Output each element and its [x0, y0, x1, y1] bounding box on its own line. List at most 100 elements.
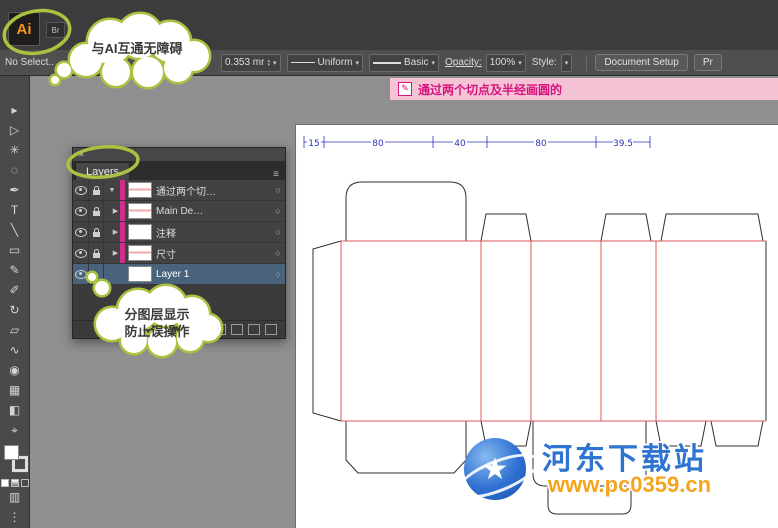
opacity-label[interactable]: Opacity:: [445, 57, 482, 68]
visibility-toggle[interactable]: [73, 180, 89, 200]
fill-swatch[interactable]: [3, 445, 19, 460]
dieline-fold-lines: [340, 240, 766, 422]
visibility-toggle[interactable]: [73, 222, 89, 242]
chevron-down-icon: ▾: [564, 59, 569, 67]
callout-line2: 防止误操作: [124, 324, 190, 339]
divider: [586, 54, 588, 71]
lock-toggle[interactable]: [89, 243, 104, 263]
pen-tool[interactable]: ✒: [0, 180, 29, 200]
target-circle-icon[interactable]: ○: [271, 227, 285, 237]
type-tool[interactable]: T: [0, 200, 29, 220]
width-profile-value: Uniform: [317, 57, 353, 68]
layer-color-stripe: [120, 180, 125, 200]
perspective-grid-tool[interactable]: ▦: [0, 380, 29, 400]
lock-icon: [92, 248, 100, 258]
paintbrush-tool[interactable]: ✎: [0, 260, 29, 280]
new-layer-button[interactable]: [248, 324, 260, 335]
gradient-button[interactable]: [10, 479, 19, 487]
callout-ai-cloud: 与AI互通无障碍: [52, 2, 222, 94]
opacity-value: 100%: [489, 57, 516, 68]
width-profile-dropdown[interactable]: Uniform ▾: [286, 53, 364, 72]
lock-icon: [92, 227, 100, 237]
target-circle-icon[interactable]: ○: [271, 206, 285, 216]
layer-thumbnail[interactable]: [128, 182, 152, 198]
expand-arrow-icon[interactable]: ▶: [104, 207, 120, 215]
tip-bar: ✎ 通过两个切点及半经画圆的: [390, 78, 778, 100]
rectangle-tool[interactable]: ▭: [0, 240, 29, 260]
site-watermark: ★ 河东下载站 www.pc0359.cn: [462, 430, 774, 522]
lock-toggle[interactable]: [89, 222, 104, 242]
dimension-label: 39.5: [613, 139, 633, 149]
chevron-down-icon: ▾: [272, 59, 277, 67]
none-button[interactable]: [20, 479, 29, 487]
blend-tool[interactable]: ◉: [0, 360, 29, 380]
rotate-tool[interactable]: ↻: [0, 300, 29, 320]
chevron-down-icon: ▾: [431, 59, 435, 67]
layer-row-annotations[interactable]: ▶ 注释 ○: [73, 222, 285, 243]
layer-thumbnail[interactable]: [128, 224, 152, 240]
preferences-button[interactable]: Pr: [693, 54, 722, 71]
pencil-tip-icon: ✎: [398, 82, 412, 96]
layer-color-stripe: [120, 201, 125, 221]
lock-icon: [92, 206, 100, 216]
tools-list: ▸ ▷ ✳ ◌ ✒ T ╲ ▭ ✎ ✐ ↻ ▱ ∿ ◉ ▦ ◧ ⌖: [0, 100, 29, 440]
visibility-toggle[interactable]: [73, 243, 89, 263]
layer-color-stripe: [120, 243, 125, 263]
style-dropdown[interactable]: ▾: [560, 53, 573, 72]
eyedropper-tool[interactable]: ⌖: [0, 420, 29, 440]
callout-line1: 分图层显示: [124, 307, 190, 322]
opacity-field[interactable]: 100% ▾: [485, 53, 526, 72]
callout-text: 与AI互通无障碍: [91, 41, 183, 56]
layer-row-top[interactable]: ▼ 通过两个切… ○: [73, 180, 285, 201]
lock-toggle[interactable]: [89, 180, 104, 200]
expand-arrow-icon[interactable]: ▼: [104, 187, 120, 194]
target-circle-icon[interactable]: ○: [271, 248, 285, 258]
target-circle-icon[interactable]: ○: [271, 269, 285, 279]
stroke-weight-field[interactable]: 0.353 mr ▴ ▾ ▾: [221, 53, 281, 72]
tools-panel: ▸ ▷ ✳ ◌ ✒ T ╲ ▭ ✎ ✐ ↻ ▱ ∿ ◉ ▦ ◧ ⌖ ▥ ⋮: [0, 76, 30, 528]
delete-layer-button[interactable]: [265, 324, 277, 335]
brush-definition-dropdown[interactable]: Basic ▾: [369, 53, 439, 72]
direct-selection-tool[interactable]: ▷: [0, 120, 29, 140]
lasso-tool[interactable]: ◌: [0, 160, 29, 180]
layer-name[interactable]: 尺寸: [156, 246, 271, 261]
illustrator-window: Ai Br No Select... 0.353 mr ▴ ▾ ▾ Uniform…: [0, 0, 778, 528]
visibility-toggle[interactable]: [73, 201, 89, 221]
line-segment-tool[interactable]: ╲: [0, 220, 29, 240]
layer-color-stripe: [120, 222, 125, 242]
layer-name[interactable]: 通过两个切…: [156, 183, 271, 198]
brush-preview-icon: [373, 61, 402, 64]
tip-text: 通过两个切点及半经画圆的: [418, 82, 563, 97]
magic-wand-tool[interactable]: ✳: [0, 140, 29, 160]
toolbar-overflow-button[interactable]: ⋮: [0, 507, 29, 527]
selection-tool[interactable]: ▸: [0, 100, 29, 120]
stepper-icon[interactable]: ▴ ▾: [267, 58, 270, 67]
width-tool[interactable]: ∿: [0, 340, 29, 360]
panel-menu-icon[interactable]: ≡: [273, 169, 285, 180]
scale-tool[interactable]: ▱: [0, 320, 29, 340]
layer-name[interactable]: Main De…: [156, 206, 271, 217]
lock-toggle[interactable]: [89, 201, 104, 221]
gradient-tool[interactable]: ◧: [0, 400, 29, 420]
lock-icon: [92, 185, 100, 195]
dimension-label: 15: [308, 139, 319, 149]
chevron-down-icon: ▾: [355, 59, 360, 67]
eye-icon: [74, 227, 87, 237]
line-preview-icon: [290, 62, 315, 63]
pencil-tool[interactable]: ✐: [0, 280, 29, 300]
layer-row-dimensions[interactable]: ▶ 尺寸 ○: [73, 243, 285, 264]
layer-thumbnail[interactable]: [128, 245, 152, 261]
document-setup-button[interactable]: Document Setup: [595, 54, 688, 71]
layer-row-main-design[interactable]: ▶ Main De… ○: [73, 201, 285, 222]
fill-stroke-swatches[interactable]: [3, 444, 29, 474]
expand-arrow-icon[interactable]: ▶: [104, 249, 120, 257]
color-button[interactable]: [0, 479, 9, 487]
layer-name[interactable]: 注释: [156, 225, 271, 240]
chevron-down-icon: ▾: [518, 59, 522, 67]
selection-status: No Select...: [5, 57, 55, 68]
highlight-circle-layers: [66, 144, 140, 180]
target-circle-icon[interactable]: ○: [271, 185, 285, 195]
expand-arrow-icon[interactable]: ▶: [104, 228, 120, 236]
layer-thumbnail[interactable]: [128, 203, 152, 219]
screen-mode-button[interactable]: ▥: [0, 487, 29, 507]
